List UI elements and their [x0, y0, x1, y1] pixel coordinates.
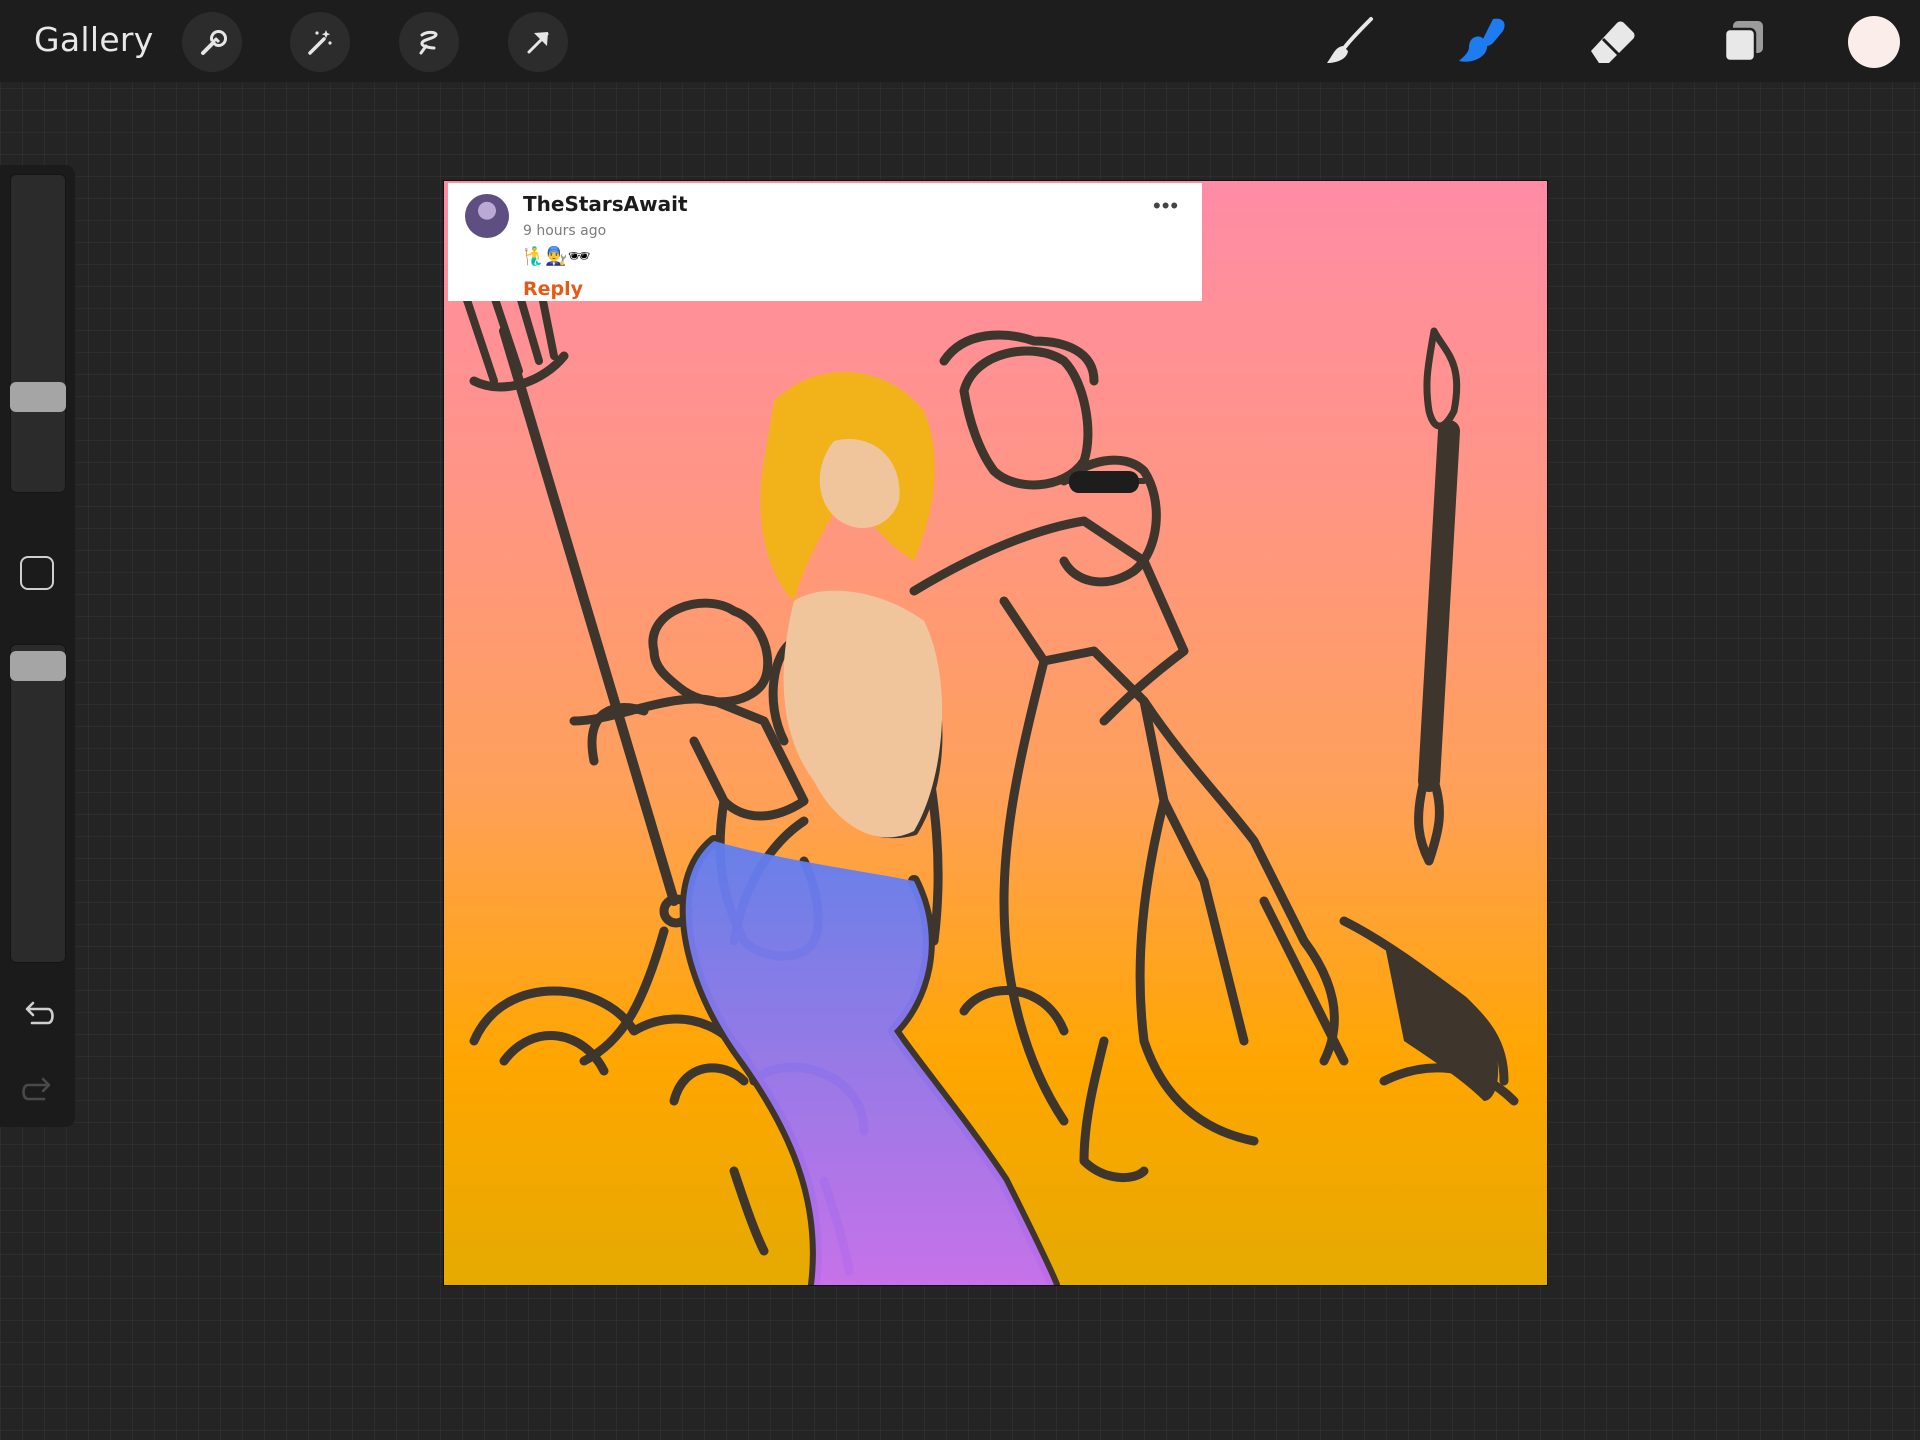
opacity-slider[interactable] — [10, 644, 66, 963]
adjustments-button[interactable] — [290, 12, 350, 72]
more-options-icon[interactable]: ••• — [1153, 195, 1179, 217]
comment-timestamp: 9 hours ago — [523, 223, 607, 239]
eraser-button[interactable] — [1580, 10, 1644, 74]
layers-button[interactable] — [1712, 10, 1776, 74]
redo-icon[interactable] — [18, 1073, 58, 1109]
color-picker-button[interactable] — [1848, 16, 1900, 68]
top-toolbar: Gallery — [0, 0, 1920, 82]
actions-wrench-button[interactable] — [182, 12, 242, 72]
opacity-thumb[interactable] — [10, 651, 66, 681]
avatar[interactable] — [465, 194, 509, 238]
comment-text: 🧜‍♂️👨‍🔧🕶 — [523, 246, 591, 266]
comment-card: TheStarsAwait 9 hours ago 🧜‍♂️👨‍🔧🕶 Reply… — [448, 183, 1202, 301]
brush-size-thumb[interactable] — [10, 382, 66, 412]
undo-icon[interactable] — [18, 997, 58, 1033]
smudge-icon — [1459, 18, 1505, 62]
paint-brush-button[interactable] — [1318, 10, 1382, 74]
artwork-illustration — [460, 272, 1519, 1285]
gallery-button[interactable]: Gallery — [34, 20, 154, 59]
brush-icon — [1327, 17, 1373, 63]
modify-square-button[interactable] — [20, 556, 54, 590]
wrench-icon — [201, 30, 227, 55]
transform-arrow-icon — [527, 32, 549, 54]
selection-button[interactable] — [399, 12, 459, 72]
transform-button[interactable] — [508, 12, 568, 72]
left-sidebar — [0, 165, 75, 1127]
eraser-icon — [1591, 21, 1635, 63]
reply-button[interactable]: Reply — [523, 278, 583, 300]
layers-icon — [1723, 21, 1763, 63]
brush-size-slider[interactable] — [10, 174, 66, 493]
drawing-canvas[interactable]: TheStarsAwait 9 hours ago 🧜‍♂️👨‍🔧🕶 Reply… — [443, 180, 1548, 1286]
magic-wand-icon — [308, 30, 332, 55]
selection-icon — [419, 30, 438, 55]
smudge-button[interactable] — [1450, 10, 1514, 74]
comment-username[interactable]: TheStarsAwait — [523, 192, 688, 216]
